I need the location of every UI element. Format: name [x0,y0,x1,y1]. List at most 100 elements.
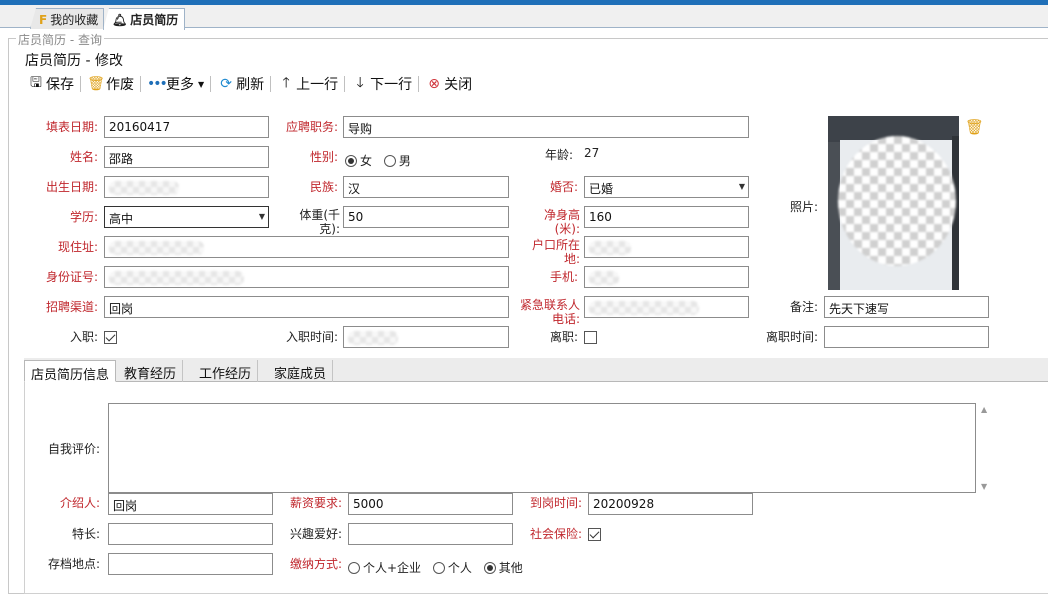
emergency-phone-label: 紧急联系人电话: [519,298,580,326]
dropdown-arrow-icon: ▼ [738,182,745,191]
channel-field[interactable]: 回岗 [104,296,509,318]
save-icon: 🖫 [30,75,42,91]
address-field[interactable] [104,236,509,258]
gender-option-male-label: 男 [398,154,411,168]
marital-label: 婚否: [549,180,578,194]
breadcrumb: 店员简历 - 查询 [16,31,104,48]
delete-photo-trash-icon[interactable]: 🗑 [965,118,984,136]
more-dots-icon: ••• [147,76,168,92]
redacted-value [109,270,244,285]
save-button[interactable]: 🖫 保存 [24,73,77,95]
tab-resume-info[interactable]: 店员简历信息 [24,360,117,383]
referrer-label: 介绍人: [59,496,100,510]
more-button[interactable]: ••• 更多 ▼ [144,73,207,95]
next-row-label: 下一行 [370,77,413,93]
birth-date-label: 出生日期: [45,180,98,194]
employee-photo[interactable] [828,116,959,290]
redacted-value [109,180,179,195]
gender-option-female-label: 女 [360,154,373,168]
position-field[interactable]: 导购 [343,116,749,138]
toolbar-separator [418,76,420,92]
specialty-field[interactable] [108,523,273,545]
hire-time-label: 入职时间: [285,330,338,344]
resign-time-field[interactable] [824,326,989,348]
toolbar-separator [80,76,81,92]
tab-family-members[interactable]: 家庭成员 [268,360,334,382]
dropdown-arrow-icon: ▼ [198,79,205,89]
remark-field[interactable]: 先天下速写 [824,296,989,318]
ethnicity-field[interactable]: 汉 [343,176,509,198]
radio-icon [432,562,445,574]
scroll-down-icon[interactable]: ▼ [981,482,987,491]
void-button[interactable]: 🗑 作废 [84,73,137,95]
education-value: 高中 [109,212,134,226]
archive-location-field[interactable] [108,553,273,575]
marital-select[interactable]: 已婚 ▼ [584,176,749,198]
radio-icon [348,562,360,574]
birth-date-field[interactable] [104,176,269,198]
archive-location-label: 存档地点: [47,557,100,571]
payment-option-label: 其他 [498,561,523,575]
ethnicity-label: 民族: [309,180,338,194]
page-title: 店员简历 - 修改 [25,53,123,69]
radio-icon [383,155,396,167]
gender-option-male[interactable]: 男 [383,152,411,169]
emergency-phone-field[interactable] [584,296,749,318]
self-eval-label: 自我评价: [47,442,100,456]
referrer-field[interactable]: 回岗 [108,493,273,515]
mobile-field[interactable] [584,266,749,288]
hire-time-field[interactable] [343,326,509,348]
void-label: 作废 [106,77,134,93]
gender-radio-group: 女 男 [345,152,419,169]
education-select[interactable]: 高中 ▼ [104,206,269,228]
arrival-time-label: 到岗时间: [529,496,582,510]
tab-employee-resume-label: 店员简历 [130,13,179,27]
scroll-up-icon[interactable]: ▲ [981,405,987,414]
payment-option-other[interactable]: 其他 [483,559,523,576]
dropdown-arrow-icon: ▼ [258,212,265,221]
hukou-field[interactable] [584,236,749,258]
social-insurance-label: 社会保险: [529,527,582,541]
arrival-time-field[interactable]: 20200928 [588,493,753,515]
specialty-label: 特长: [71,527,100,541]
salary-label: 薪资要求: [289,496,342,510]
tab-favorites-label: 我的收藏 [50,13,99,27]
radio-selected-icon [345,155,357,167]
previous-row-label: 上一行 [296,77,339,93]
tab-education[interactable]: 教育经历 [118,360,184,382]
tab-employee-resume[interactable]: 🔔︎ 店员简历 [103,8,185,30]
hired-checkbox[interactable] [104,331,117,344]
fill-date-label: 填表日期: [45,120,98,134]
hobby-label: 兴趣爱好: [289,527,342,541]
weight-field[interactable]: 50 [343,206,509,228]
more-label: 更多 [166,77,194,93]
tab-work-experience[interactable]: 工作经历 [193,360,259,382]
weight-label: 体重(千克): [299,208,340,236]
refresh-button[interactable]: ⟳ 刷新 [214,73,267,95]
salary-field[interactable]: 5000 [348,493,513,515]
toolbar-separator [210,76,212,92]
redacted-value [589,300,699,315]
toolbar-separator [344,76,346,92]
height-field[interactable]: 160 [584,206,749,228]
gender-option-female[interactable]: 女 [345,152,372,169]
resigned-checkbox[interactable] [584,331,597,344]
remark-label: 备注: [789,300,818,314]
previous-row-button[interactable]: 🡑 上一行 [274,73,341,95]
next-row-button[interactable]: 🡓 下一行 [348,73,415,95]
name-field[interactable]: 邵路 [104,146,269,168]
self-eval-textarea[interactable] [108,403,976,493]
payment-option-label: 个人 [447,561,472,575]
close-button[interactable]: ⊗ 关闭 [422,73,475,95]
toolbar-separator [270,76,272,92]
id-number-field[interactable] [104,266,509,288]
redacted-value [348,330,398,345]
hobby-field[interactable] [348,523,513,545]
fill-date-field[interactable]: 20160417 [104,116,269,138]
tab-favorites[interactable]: F 我的收藏 [30,8,104,29]
address-label: 现住址: [57,240,98,254]
social-insurance-checkbox[interactable] [588,528,601,541]
payment-option-personal-company[interactable]: 个人+企业 [348,559,421,576]
payment-option-personal[interactable]: 个人 [432,559,472,576]
self-eval-scrollbar[interactable]: ▲ ▼ [979,403,993,493]
